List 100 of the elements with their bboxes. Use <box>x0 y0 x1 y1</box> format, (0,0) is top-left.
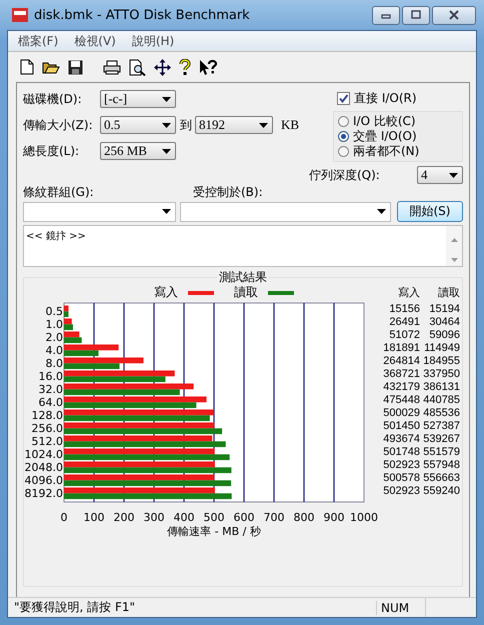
table-cell-text: 184955 <box>422 355 460 368</box>
table-cell-text: 557948 <box>422 459 460 472</box>
axis-label: 4096.0 <box>24 474 63 487</box>
table-cell-text: 500578 <box>382 472 420 485</box>
status-indicator: NUM <box>376 600 425 614</box>
axis-label: 128.0 <box>32 409 63 422</box>
app-icon <box>12 8 28 22</box>
tick-label: 0 <box>60 511 68 524</box>
table-cell-text: 493674 <box>382 433 420 446</box>
close-button[interactable] <box>432 6 476 24</box>
drive-label: 磁碟機(D): <box>23 90 83 108</box>
table-cell-text: 501450 <box>382 420 420 433</box>
transfer-size-to-dropdown[interactable]: 8192 <box>195 116 273 134</box>
io-option-label: 交疊 I/O(O) <box>353 128 417 145</box>
radio-button[interactable] <box>338 116 349 127</box>
caret-icon <box>162 96 171 102</box>
menu-item[interactable]: 檢視(V) <box>74 32 116 50</box>
axis-label: 64.0 <box>38 396 63 409</box>
axis-label: 1024.0 <box>24 448 63 461</box>
transfer-size-from-dropdown[interactable]: 0.5 <box>100 116 176 134</box>
context-help-icon[interactable] <box>199 58 217 76</box>
table-cell-text: 264814 <box>382 355 420 368</box>
caret-icon <box>449 172 458 178</box>
checkbox[interactable] <box>337 92 350 104</box>
table-cell-text: 337950 <box>422 368 460 381</box>
legend-label: 寫入 <box>154 284 178 301</box>
radio-button[interactable] <box>338 146 349 157</box>
io-option-label: I/O 比較(C) <box>353 113 416 130</box>
tick-label: 900 <box>324 511 344 524</box>
table-cell-text: 501748 <box>382 446 420 459</box>
maximize-button[interactable] <box>402 6 430 24</box>
tick-label: 200 <box>114 511 134 524</box>
axis-label: 512.0 <box>32 435 63 448</box>
scroll-up-icon[interactable] <box>450 238 458 242</box>
unit-label: KB <box>281 117 300 133</box>
start-button[interactable]: 開始(S) <box>397 201 463 222</box>
axis-label: 8192.0 <box>24 487 63 500</box>
axis-label: 0.5 <box>46 305 63 318</box>
direct-io-label: 直接 I/O(R) <box>354 90 417 106</box>
axis-label: 2048.0 <box>24 461 63 474</box>
tick-label: 1000 <box>350 511 378 524</box>
table-cell-text: 26491 <box>388 316 420 329</box>
axis-label: 256.0 <box>32 422 63 435</box>
caret-icon <box>162 148 171 154</box>
tick-label: 500 <box>204 511 224 524</box>
scroll-down-icon[interactable] <box>450 258 458 262</box>
column-header: 讀取 <box>437 286 460 300</box>
maximize-icon <box>410 10 422 20</box>
table-cell-text: 386131 <box>422 381 460 394</box>
stripe-group-label: 條紋群組(G): <box>23 184 95 199</box>
table-cell-text: 51072 <box>388 329 420 342</box>
results-title: 測試結果 <box>217 269 269 286</box>
print-preview-icon[interactable] <box>129 58 146 76</box>
scrollbar[interactable] <box>446 226 462 266</box>
axis-label: 4.0 <box>46 344 63 357</box>
table-cell-text: 475448 <box>382 394 420 407</box>
table-cell-text: 551579 <box>422 446 460 459</box>
table-cell-text: 114949 <box>423 342 460 355</box>
tick-label: 800 <box>294 511 314 524</box>
minimize-button[interactable] <box>372 6 400 24</box>
table-cell-text: 181891 <box>382 342 420 355</box>
axis-label: 32.0 <box>38 383 63 396</box>
table-cell-text: 440785 <box>422 394 460 407</box>
folder-icon[interactable] <box>42 60 60 74</box>
menu-item[interactable]: 檔案(F) <box>18 32 58 50</box>
controlled-by-label: 受控制於(B): <box>193 184 263 199</box>
menu-item[interactable]: 說明(H) <box>132 32 174 50</box>
tick-label: 300 <box>144 511 164 524</box>
radio-button[interactable] <box>338 131 349 142</box>
caret-icon <box>162 209 171 214</box>
drive-dropdown[interactable]: [-c-] <box>100 90 176 108</box>
total-length-label: 總長度(L): <box>23 142 80 160</box>
axis-label: 2.0 <box>46 331 63 344</box>
queue-depth-dropdown[interactable]: 4 <box>417 166 463 184</box>
tick-label: 400 <box>174 511 194 524</box>
caret-icon <box>377 209 386 214</box>
table-cell-text: 15194 <box>428 303 460 316</box>
table-cell-text: 368721 <box>382 368 420 381</box>
tick-label: 600 <box>234 511 254 524</box>
window-title: disk.bmk - ATTO Disk Benchmark <box>34 8 250 22</box>
axis-label: 16.0 <box>38 370 63 383</box>
help-icon[interactable] <box>179 58 191 76</box>
axis-label: 8.0 <box>46 357 63 370</box>
table-cell-text: 432179 <box>382 381 420 394</box>
printer-icon[interactable] <box>103 60 121 74</box>
new-document-icon[interactable] <box>20 59 34 75</box>
caret-icon <box>162 122 171 128</box>
table-cell-text: 556663 <box>422 472 460 485</box>
io-option-label: 兩者都不(N) <box>353 143 420 160</box>
description-text: << 鏡抃 >> <box>25 230 87 244</box>
tick-label: 100 <box>84 511 104 524</box>
tick-label: 700 <box>264 511 284 524</box>
table-cell-text: 502923 <box>382 485 420 498</box>
legend-label: 讀取 <box>234 284 258 301</box>
move-arrows-icon[interactable] <box>154 58 171 76</box>
axis-label: 1.0 <box>46 318 63 331</box>
table-cell-text: 485536 <box>422 407 460 420</box>
total-length-dropdown[interactable]: 256 MB <box>100 142 176 160</box>
description-field[interactable]: << 鏡抃 >> <box>23 225 463 267</box>
queue-depth-label: 佇列深度(Q): <box>309 166 380 184</box>
